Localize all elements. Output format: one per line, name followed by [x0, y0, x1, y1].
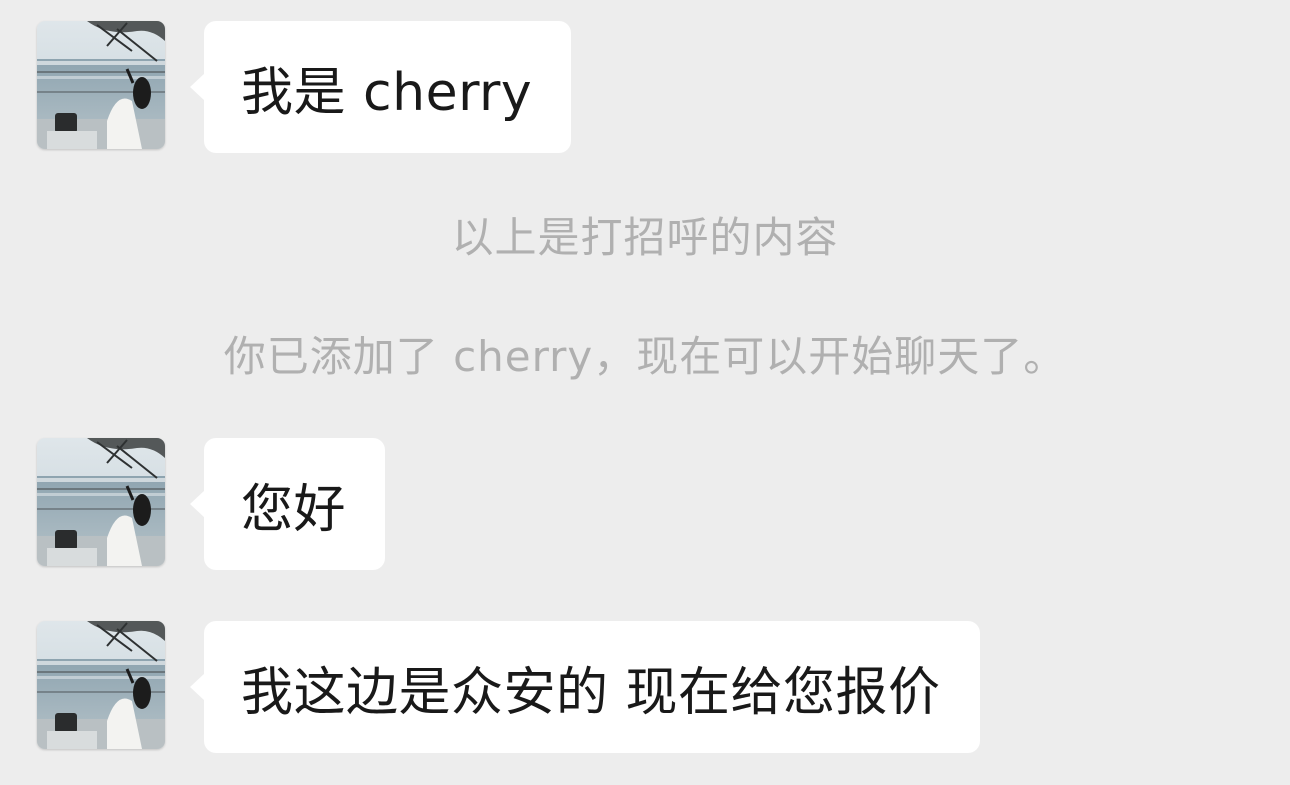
avatar-photo	[37, 438, 165, 566]
system-notice: 以上是打招呼的内容	[0, 204, 1290, 265]
message-text: 我是 cherry	[241, 62, 533, 123]
contact-avatar[interactable]	[37, 438, 165, 566]
message-text: 我这边是众安的 现在给您报价	[241, 662, 941, 723]
system-notice-text: 你已添加了 cherry，现在可以开始聊天了。	[223, 332, 1067, 381]
contact-avatar[interactable]	[37, 21, 165, 149]
message-bubble[interactable]: 我这边是众安的 现在给您报价	[190, 621, 980, 753]
contact-avatar[interactable]	[37, 621, 165, 749]
message-text: 您好	[241, 479, 347, 540]
message-bubble[interactable]: 我是 cherry	[189, 21, 572, 153]
message-bubble[interactable]: 您好	[189, 438, 386, 570]
avatar-photo	[37, 621, 165, 749]
avatar-photo	[37, 21, 165, 149]
system-notice-text: 以上是打招呼的内容	[451, 213, 839, 262]
system-notice: 你已添加了 cherry，现在可以开始聊天了。	[0, 323, 1290, 384]
